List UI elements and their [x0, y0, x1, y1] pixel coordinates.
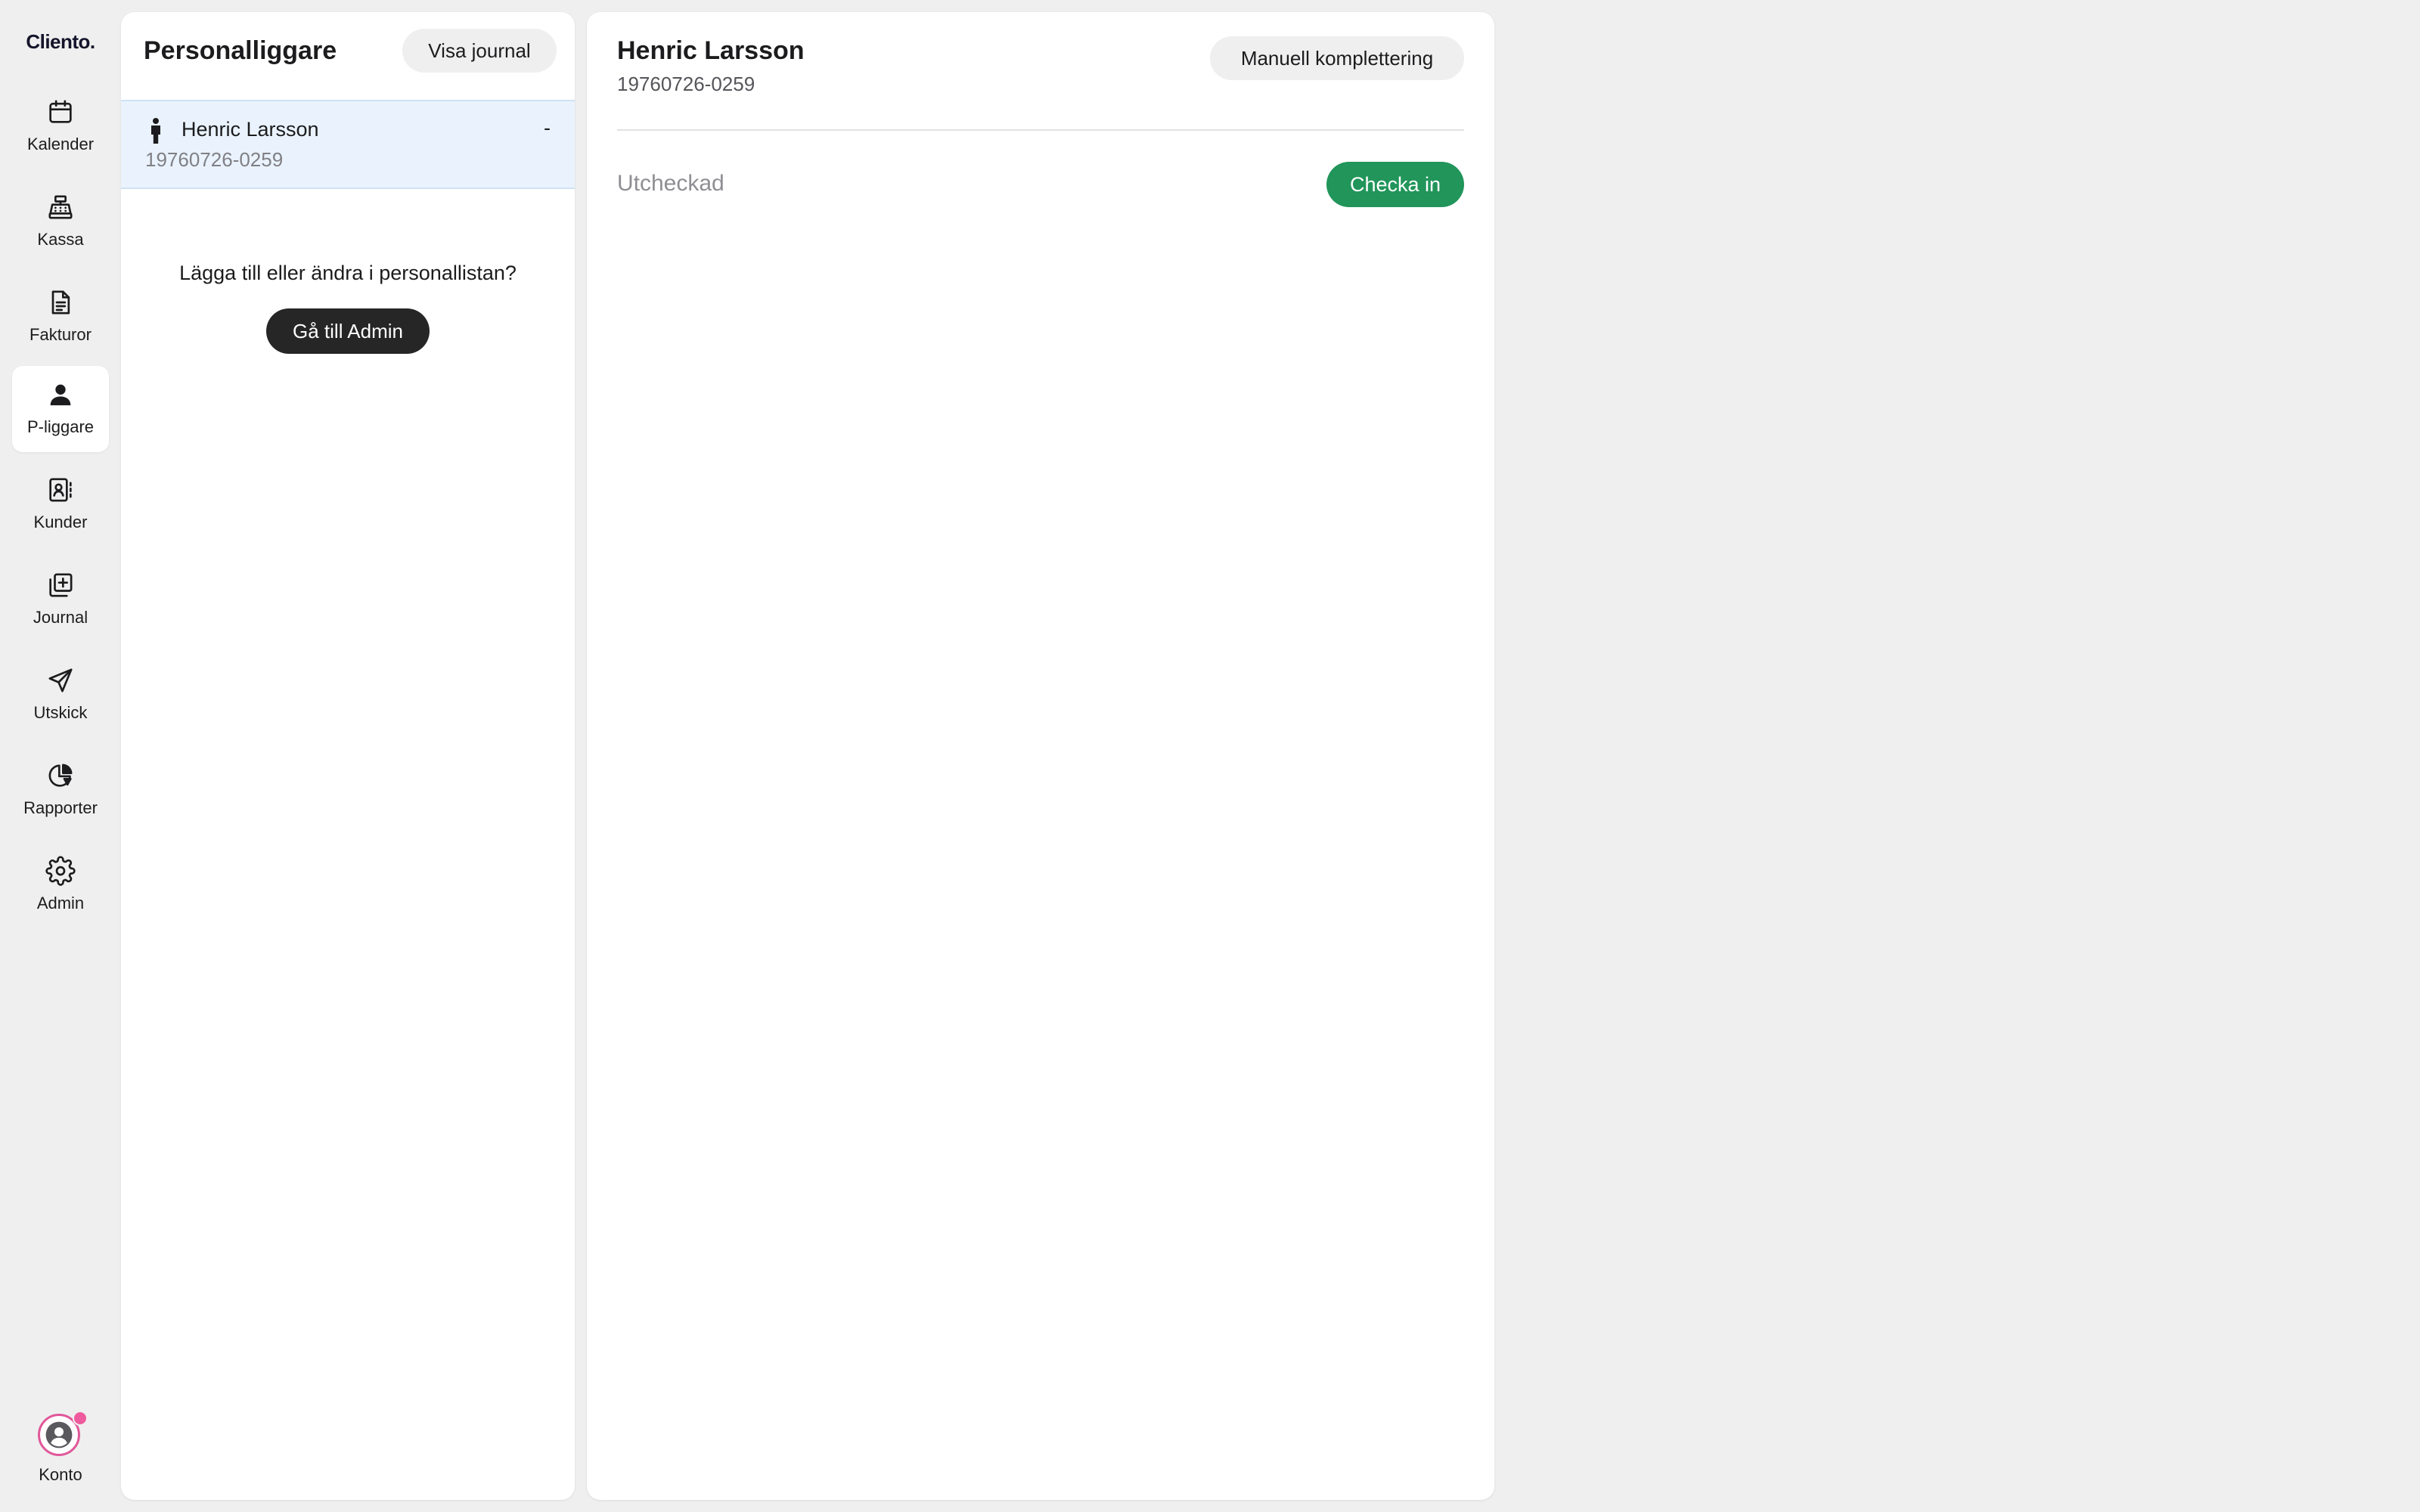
divider [617, 129, 1464, 131]
contacts-icon [45, 475, 76, 505]
checkin-status: Utcheckad [617, 171, 724, 196]
check-in-button[interactable]: Checka in [1326, 162, 1464, 207]
employee-detail-name: Henric Larsson [617, 36, 805, 65]
go-to-admin-button[interactable]: Gå till Admin [266, 308, 430, 354]
sidebar-item-kassa[interactable]: Kassa [12, 178, 109, 265]
cash-register-icon [45, 192, 76, 222]
sidebar-item-journal[interactable]: Journal [12, 556, 109, 643]
account-button[interactable]: Konto [12, 1403, 109, 1494]
pie-chart-icon [45, 761, 76, 791]
send-icon [45, 665, 76, 696]
notification-badge [73, 1411, 88, 1426]
admin-prompt-text: Lägga till eller ändra i personallistan? [179, 262, 517, 284]
journal-icon [45, 570, 76, 600]
employee-status: - [544, 116, 551, 139]
sidebar-item-label: Kunder [33, 513, 88, 531]
app-logo[interactable]: Cliento. [0, 30, 121, 54]
document-icon [45, 287, 76, 318]
sidebar-item-label: Utskick [33, 703, 88, 722]
sidebar-item-p-liggare[interactable]: P-liggare [12, 366, 109, 452]
manual-completion-button[interactable]: Manuell komplettering [1210, 36, 1464, 80]
sidebar-item-label: Journal [33, 608, 88, 627]
sidebar-item-fakturor[interactable]: Fakturor [12, 274, 109, 360]
page-title: Personalliggare [144, 36, 337, 65]
sidebar: Cliento. Kalender Kassa Fakturor P-ligga… [0, 0, 121, 1512]
sidebar-item-utskick[interactable]: Utskick [12, 652, 109, 738]
staff-register-panel: Personalliggare Visa journal Henric Lars… [121, 12, 575, 1500]
sidebar-item-kunder[interactable]: Kunder [12, 461, 109, 547]
employee-name: Henric Larsson [182, 118, 319, 141]
sidebar-item-label: P-liggare [26, 417, 95, 436]
sidebar-item-label: Fakturor [29, 325, 92, 344]
sidebar-item-rapporter[interactable]: Rapporter [12, 747, 109, 833]
employee-detail-id: 19760726-0259 [617, 73, 755, 95]
employee-detail-panel: Henric Larsson 19760726-0259 Manuell kom… [587, 12, 1494, 1500]
gear-icon [45, 856, 76, 886]
sidebar-item-label: Admin [36, 894, 85, 912]
person-icon [45, 380, 76, 410]
calendar-icon [45, 97, 76, 127]
account-label: Konto [39, 1465, 82, 1484]
sidebar-item-label: Kassa [37, 230, 84, 249]
sidebar-item-label: Rapporter [23, 798, 98, 817]
standing-person-icon [148, 118, 163, 144]
user-avatar-icon [45, 1421, 73, 1448]
employee-id: 19760726-0259 [145, 148, 284, 171]
sidebar-item-admin[interactable]: Admin [12, 842, 109, 928]
employee-list-item[interactable]: Henric Larsson 19760726-0259 - [121, 100, 575, 189]
sidebar-item-label: Kalender [26, 135, 95, 153]
sidebar-item-kalender[interactable]: Kalender [12, 83, 109, 169]
view-journal-button[interactable]: Visa journal [402, 29, 557, 73]
